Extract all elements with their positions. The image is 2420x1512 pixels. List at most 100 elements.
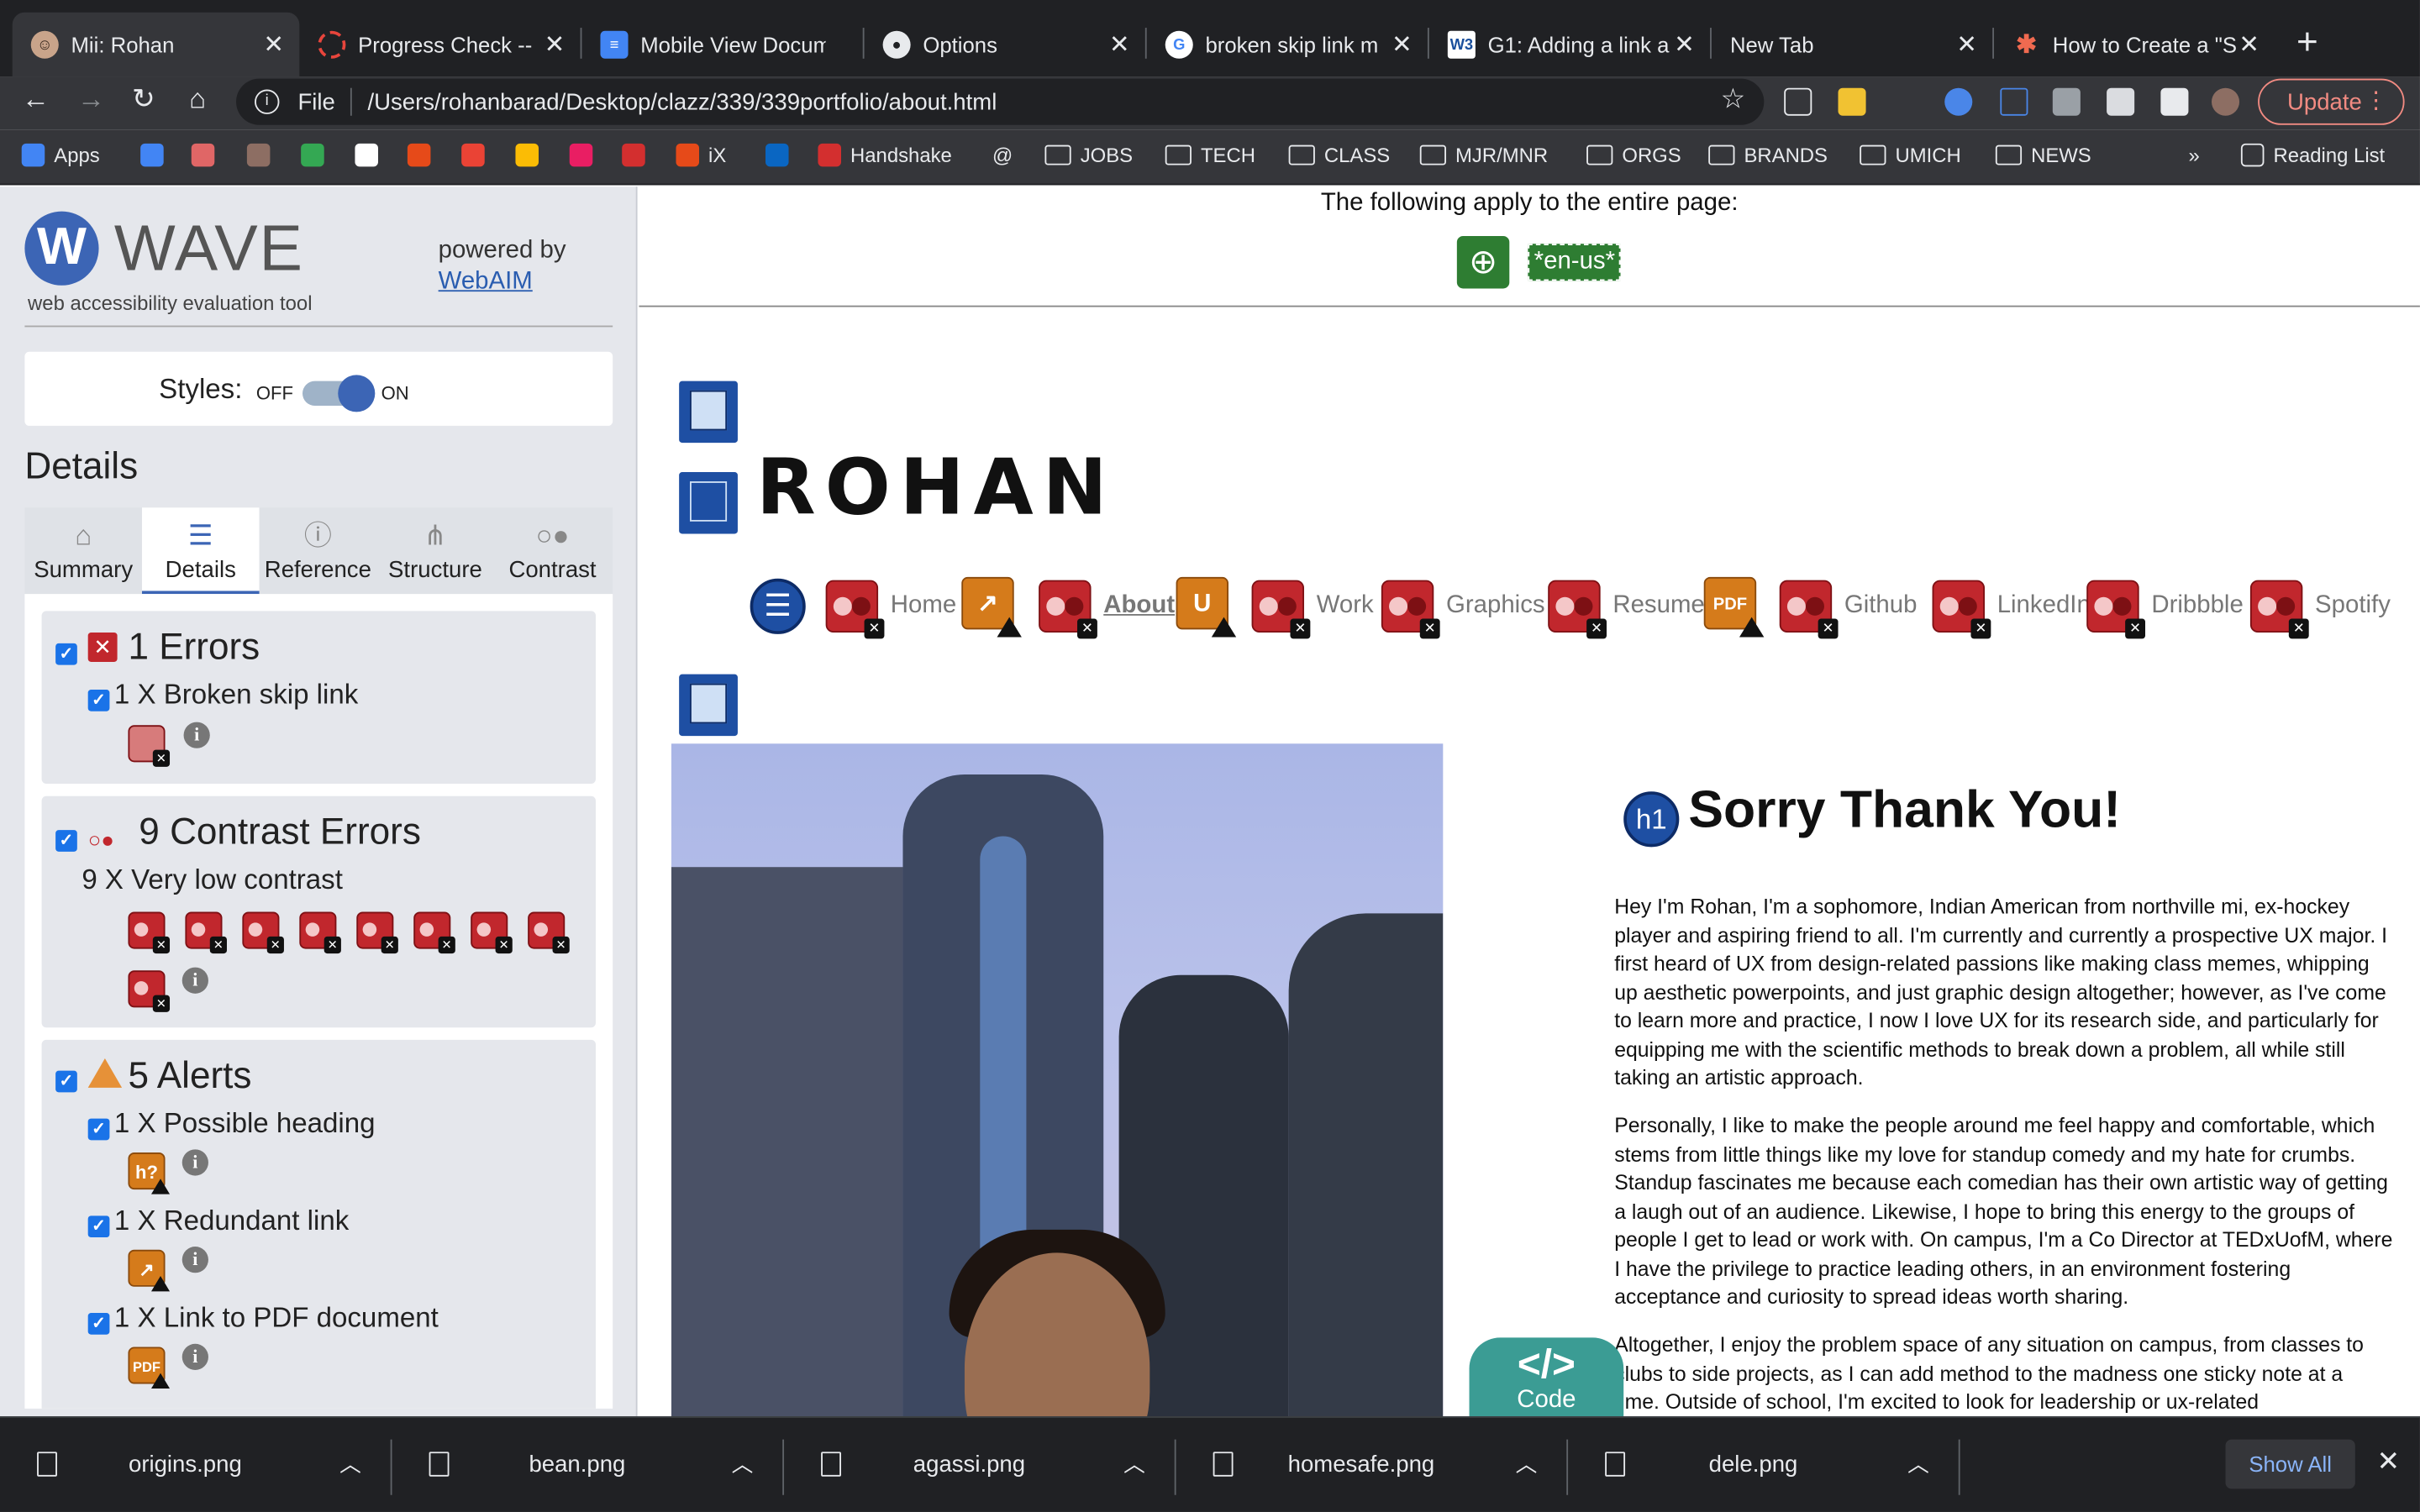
bookmark-apps[interactable]: Apps [21, 143, 100, 167]
possible-heading-checkbox[interactable]: ✓ [87, 1118, 110, 1141]
address-bar[interactable]: i File /Users/rohanbarad/Desktop/clazz/3… [236, 78, 1765, 125]
bookmark-icon-10[interactable] [622, 143, 655, 167]
puzzle-extensions-icon[interactable] [2160, 87, 2189, 116]
bookmark-icon-9[interactable] [569, 143, 602, 167]
errors-checkbox[interactable]: ✓ [55, 643, 77, 665]
contrast-error-icon[interactable]: ✕ [128, 911, 171, 954]
tab-mii-rohan[interactable]: ☺ Mii: Rohan ✕ [12, 12, 300, 77]
back-arrow-icon[interactable]: ← [15, 83, 55, 116]
update-button[interactable]: Update ⋮ [2258, 78, 2405, 125]
nav-link-github[interactable]: ✕ Github [1779, 575, 1917, 639]
info-icon[interactable]: i [183, 722, 210, 748]
tab-broken-skip-link[interactable]: G broken skip link m ✕ [1147, 13, 1428, 77]
document-extension-icon[interactable] [2107, 87, 2135, 116]
bookmark-handshake[interactable]: Handshake [818, 143, 952, 167]
nav-link-about[interactable]: ✕ About [1039, 575, 1175, 639]
notion-extension-icon[interactable] [1784, 87, 1812, 116]
styles-toggle[interactable] [302, 375, 376, 412]
contrast-error-icon[interactable]: ✕ [185, 911, 227, 954]
close-tab-icon[interactable]: ✕ [1392, 29, 1413, 60]
nav-link-spotify[interactable]: ✕ Spotify [2249, 575, 2391, 639]
nav-link-work[interactable]: ✕ Work [1251, 575, 1374, 639]
download-item[interactable]: agassi.png ︿ [784, 1418, 1176, 1512]
nav-link-resume[interactable]: ✕ Resume [1548, 575, 1705, 639]
contrast-error-icon[interactable]: ✕ [356, 911, 398, 954]
tab-new-tab[interactable]: New Tab ✕ [1712, 13, 1992, 77]
bookmark-icon-12[interactable] [765, 143, 798, 167]
tab-how-to-create[interactable]: ✱ How to Create a "S ✕ [1994, 13, 2275, 77]
nav-link-linkedin[interactable]: ✕ LinkedIn [1932, 575, 2091, 639]
download-item[interactable]: dele.png ︿ [1568, 1418, 1960, 1512]
profile-avatar[interactable] [2211, 87, 2240, 116]
camera-extension-icon[interactable] [2052, 87, 2081, 116]
bookmark-icon-4[interactable] [301, 143, 334, 167]
possible-heading-icon[interactable]: h? [128, 1152, 171, 1194]
broken-skip-link-checkbox[interactable]: ✓ [87, 690, 110, 711]
contrast-error-icon[interactable]: ✕ [242, 911, 284, 954]
more-menu-icon[interactable]: ⋮ [2365, 87, 2388, 114]
reading-list-button[interactable]: Reading List [2240, 143, 2385, 167]
bookmark-brands[interactable]: BRANDS [1708, 144, 1828, 166]
address-url[interactable]: /Users/rohanbarad/Desktop/clazz/339/339p… [367, 89, 997, 115]
info-icon[interactable]: i [255, 89, 280, 114]
triangle-extension-icon[interactable] [2000, 87, 2028, 116]
tab-summary[interactable]: ⌂ Summary [24, 507, 142, 594]
info-icon[interactable]: i [182, 1149, 208, 1176]
contrast-error-icon[interactable]: ✕ [128, 970, 171, 1012]
chevron-up-icon[interactable]: ︿ [1907, 1449, 1929, 1480]
close-tab-icon[interactable]: ✕ [1956, 29, 1977, 60]
pdf-link-checkbox[interactable]: ✓ [87, 1313, 110, 1335]
tab-options[interactable]: ● Options ✕ [865, 13, 1145, 77]
chevron-up-icon[interactable]: ︿ [339, 1449, 361, 1480]
chevron-up-icon[interactable]: ︿ [732, 1449, 754, 1480]
more-bookmarks-button[interactable]: » [2188, 144, 2199, 167]
webaim-link[interactable]: WebAIM [439, 269, 533, 297]
tab-mobile-view[interactable]: ≡ Mobile View Docum [581, 13, 862, 77]
bookmark-star-icon[interactable]: ☆ [1721, 83, 1746, 116]
wave-extension-icon[interactable] [1944, 87, 1973, 116]
list-icon[interactable]: ☰ [750, 578, 806, 634]
bookmark-icon-14[interactable]: @ [992, 144, 1025, 167]
pdf-link-alert-icon[interactable]: PDF [1703, 576, 1765, 638]
tab-structure[interactable]: ⋔ Structure [376, 507, 494, 594]
nav-link-graphics[interactable]: ✕ Graphics [1381, 575, 1545, 639]
bookmark-tech[interactable]: TECH [1165, 144, 1255, 166]
contrast-error-icon[interactable]: ✕ [528, 911, 570, 954]
language-globe-icon[interactable]: ⊕ [1456, 236, 1510, 289]
tab-details[interactable]: ☰ Details [141, 507, 260, 595]
download-item[interactable]: origins.png ︿ [0, 1418, 392, 1512]
alerts-checkbox[interactable]: ✓ [55, 1070, 77, 1093]
bookmark-icon-2[interactable] [191, 143, 224, 167]
header-region-icon[interactable] [679, 381, 738, 444]
redundant-link-checkbox[interactable]: ✓ [87, 1215, 110, 1238]
close-tab-icon[interactable]: ✕ [1109, 29, 1130, 60]
nav-link-home[interactable]: ✕ Home [825, 575, 956, 639]
close-downloads-icon[interactable]: ✕ [2377, 1446, 2401, 1478]
chevron-up-icon[interactable]: ︿ [1516, 1449, 1538, 1480]
underline-alert-icon[interactable]: U [1176, 576, 1237, 638]
close-tab-icon[interactable]: ✕ [263, 29, 284, 60]
close-tab-icon[interactable]: ✕ [2238, 29, 2260, 60]
clipboard-extension-icon[interactable] [1838, 87, 1866, 116]
close-tab-icon[interactable]: ✕ [544, 29, 566, 60]
tab-g1-adding-link[interactable]: W3 G1: Adding a link a ✕ [1429, 13, 1710, 77]
bookmark-icon-5[interactable] [355, 143, 387, 167]
bookmark-icon-3[interactable] [246, 143, 280, 167]
reload-icon[interactable]: ↻ [124, 83, 164, 116]
info-icon[interactable]: i [182, 1247, 208, 1273]
tab-reference[interactable]: ⓘ Reference [260, 507, 377, 594]
chevron-up-icon[interactable]: ︿ [1123, 1449, 1145, 1480]
nav-link-dribbble[interactable]: ✕ Dribbble [2086, 575, 2244, 639]
language-badge[interactable]: *en-us* [1528, 244, 1622, 281]
tab-contrast[interactable]: ○● Contrast [494, 507, 612, 594]
home-icon[interactable]: ⌂ [177, 83, 218, 116]
download-item[interactable]: homesafe.png ︿ [1176, 1418, 1569, 1512]
download-item[interactable]: bean.png ︿ [392, 1418, 785, 1512]
bookmark-ix[interactable]: iX [676, 143, 726, 167]
main-region-icon[interactable] [679, 472, 738, 534]
bookmark-umich[interactable]: UMICH [1860, 144, 1961, 166]
redundant-link-alert-icon[interactable]: ↗ [961, 576, 1022, 638]
contrast-error-icon[interactable]: ✕ [471, 911, 513, 954]
bookmark-icon-8[interactable] [515, 143, 548, 167]
contrast-error-icon[interactable]: ✕ [413, 911, 455, 954]
